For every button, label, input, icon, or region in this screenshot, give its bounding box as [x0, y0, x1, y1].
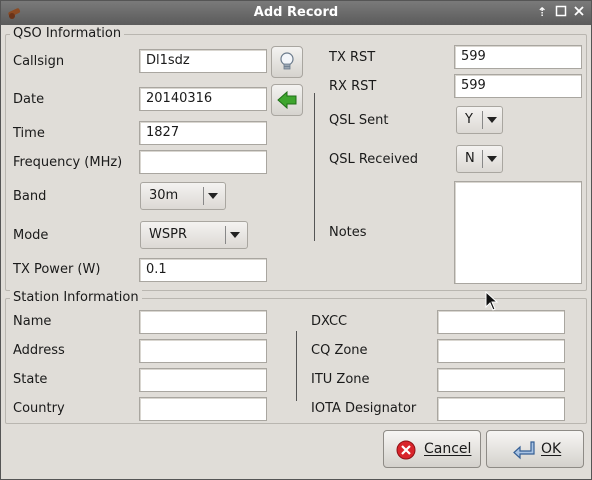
station-information-title: Station Information	[10, 290, 142, 305]
chevron-down-icon	[487, 156, 497, 162]
frequency-input[interactable]	[139, 150, 267, 174]
cq-zone-input[interactable]	[437, 339, 565, 363]
red-x-circle-icon	[396, 440, 416, 460]
qsl-sent-label: QSL Sent	[329, 113, 389, 128]
iota-designator-label: IOTA Designator	[311, 401, 417, 416]
date-input[interactable]: 20140316	[139, 87, 267, 111]
qso-information-title: QSO Information	[10, 26, 125, 41]
tx-rst-input[interactable]: 599	[454, 45, 582, 69]
country-label: Country	[13, 401, 65, 416]
lightbulb-icon	[280, 52, 294, 70]
tx-rst-label: TX RST	[329, 50, 376, 65]
qsl-received-select[interactable]: N	[456, 145, 503, 173]
add-record-dialog: Add Record ⇡ QSO Information Callsign Dl…	[0, 0, 592, 480]
qso-divider	[314, 93, 315, 241]
iota-designator-input[interactable]	[437, 397, 565, 421]
qsl-received-value: N	[465, 151, 475, 166]
band-label: Band	[13, 189, 47, 204]
lookup-button[interactable]	[271, 46, 303, 78]
green-left-arrow-icon	[277, 90, 297, 110]
frequency-label: Frequency (MHz)	[13, 155, 123, 170]
dxcc-input[interactable]	[437, 310, 565, 334]
date-label: Date	[13, 92, 45, 107]
cancel-label: Cancel	[424, 441, 472, 457]
state-label: State	[13, 372, 48, 387]
cq-zone-label: CQ Zone	[311, 343, 368, 358]
address-input[interactable]	[139, 339, 267, 363]
tx-power-input[interactable]: 0.1	[139, 258, 267, 282]
state-input[interactable]	[139, 368, 267, 392]
dxcc-label: DXCC	[311, 314, 348, 329]
notes-label: Notes	[329, 225, 367, 240]
mode-select[interactable]: WSPR	[140, 221, 248, 249]
time-label: Time	[13, 126, 45, 141]
maximize-arrow-icon[interactable]: ⇡	[535, 5, 549, 19]
mode-label: Mode	[13, 228, 49, 243]
band-value: 30m	[149, 188, 179, 203]
rx-rst-label: RX RST	[329, 79, 377, 94]
window-title: Add Record	[253, 5, 339, 20]
name-input[interactable]	[139, 310, 267, 334]
close-icon[interactable]	[572, 5, 586, 19]
country-input[interactable]	[139, 397, 267, 421]
ok-button[interactable]: OK	[486, 430, 584, 468]
title-bar[interactable]: Add Record ⇡	[1, 1, 591, 25]
notes-textarea[interactable]	[454, 181, 582, 284]
qsl-sent-select[interactable]: Y	[456, 106, 503, 134]
chevron-down-icon	[230, 232, 240, 238]
callsign-input[interactable]: Dl1sdz	[139, 49, 267, 73]
return-arrow-icon	[513, 441, 535, 460]
itu-zone-label: ITU Zone	[311, 372, 370, 387]
itu-zone-input[interactable]	[437, 368, 565, 392]
station-divider	[296, 331, 297, 401]
mode-value: WSPR	[149, 227, 187, 242]
address-label: Address	[13, 343, 65, 358]
cancel-button[interactable]: Cancel	[383, 430, 481, 468]
qsl-sent-value: Y	[465, 112, 473, 127]
ok-label: OK	[541, 441, 562, 457]
rx-rst-input[interactable]: 599	[454, 74, 582, 98]
callsign-label: Callsign	[13, 54, 65, 69]
chevron-down-icon	[208, 193, 218, 199]
restore-icon[interactable]	[554, 5, 568, 19]
tx-power-label: TX Power (W)	[13, 262, 101, 277]
chevron-down-icon	[487, 117, 497, 123]
copy-date-button[interactable]	[271, 84, 303, 116]
band-select[interactable]: 30m	[140, 182, 226, 210]
qsl-received-label: QSL Received	[329, 152, 419, 167]
mouse-pointer-icon	[485, 291, 499, 311]
name-label: Name	[13, 314, 52, 329]
time-input[interactable]: 1827	[139, 121, 267, 145]
